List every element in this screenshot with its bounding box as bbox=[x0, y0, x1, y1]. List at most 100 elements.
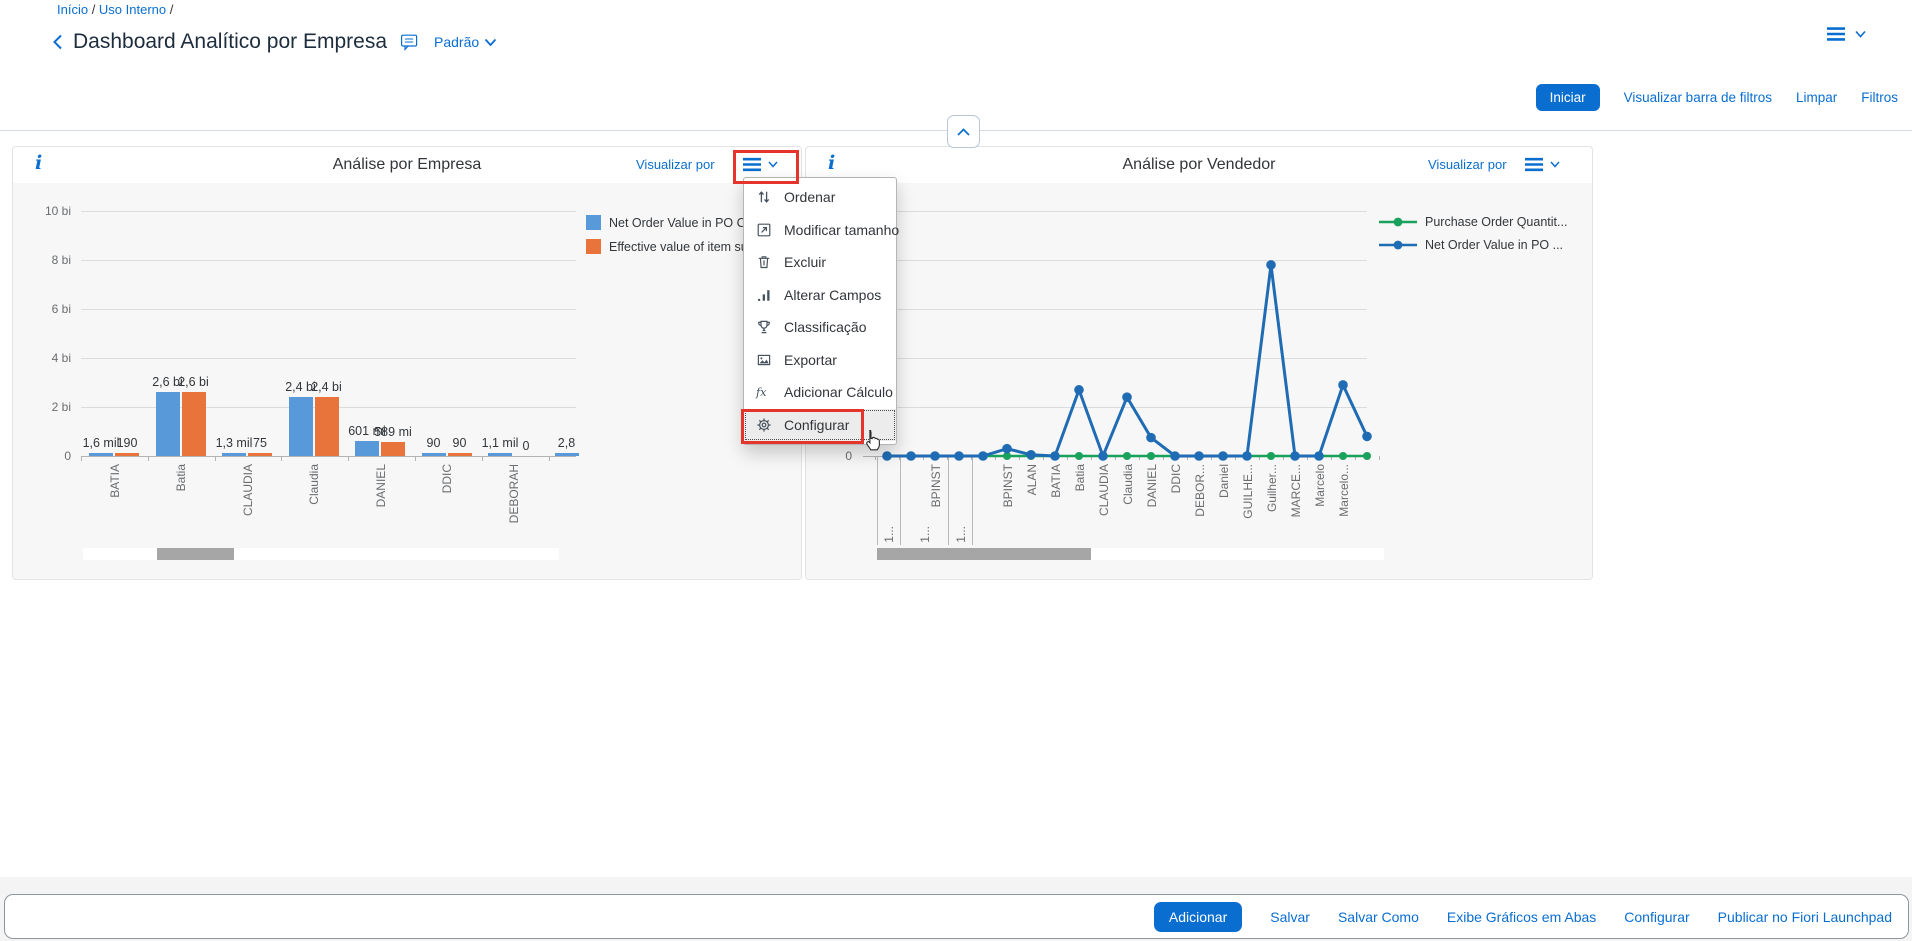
bar-chart-icon bbox=[755, 286, 772, 303]
menu-item-adicionar-c-lculo[interactable]: fxAdicionar Cálculo bbox=[744, 376, 896, 409]
footer-link-0[interactable]: Salvar bbox=[1270, 909, 1310, 925]
empresa-plot: 10 bi8 bi6 bi4 bi2 bi01,6 mil190BATIA2,6… bbox=[13, 183, 801, 579]
gridline bbox=[81, 211, 576, 212]
bar-value-label: 75 bbox=[253, 436, 267, 450]
footer-link-4[interactable]: Publicar no Fiori Launchpad bbox=[1718, 909, 1892, 925]
empresa-chart-menu-button[interactable] bbox=[742, 157, 778, 172]
menu-item-classifica-o[interactable]: Classificação bbox=[744, 311, 896, 344]
vendedor-chart-menu-button[interactable] bbox=[1524, 157, 1560, 172]
menu-item-modificar-tamanho[interactable]: Modificar tamanho bbox=[744, 214, 896, 247]
title-row: Dashboard Analítico por Empresa Padrão bbox=[52, 30, 497, 54]
legend-item: Purchase Order Quantit... bbox=[1379, 215, 1567, 229]
menu-item-configurar[interactable]: Configurar bbox=[744, 409, 896, 442]
footer-link-3[interactable]: Configurar bbox=[1624, 909, 1689, 925]
bar-value-label: 2,4 bi bbox=[311, 380, 342, 394]
chevron-down-icon bbox=[1855, 30, 1866, 38]
chart-context-menu: OrdenarModificar tamanhoExcluir Alterar C… bbox=[743, 177, 897, 445]
bar-blue bbox=[488, 453, 512, 456]
bar-value-label: 2,8 bbox=[558, 436, 575, 450]
legend-label: Purchase Order Quantit... bbox=[1425, 215, 1567, 229]
info-icon[interactable]: i bbox=[828, 152, 835, 174]
legend-line-marker bbox=[1379, 238, 1417, 252]
gridline bbox=[81, 456, 576, 457]
bar-blue bbox=[422, 453, 446, 456]
hamburger-icon bbox=[742, 157, 762, 172]
empresa-chart-scrollbar[interactable] bbox=[83, 548, 559, 560]
filter-bar-link-0[interactable]: Visualizar barra de filtros bbox=[1624, 90, 1772, 105]
delete-icon bbox=[755, 254, 772, 271]
legend-label: Net Order Value in PO ... bbox=[1425, 238, 1563, 252]
feedback-icon[interactable] bbox=[400, 33, 419, 52]
legend-item: Net Order Value in PO Cu bbox=[586, 215, 753, 230]
legend-item: Effective value of item su bbox=[586, 239, 753, 254]
adicionar-button[interactable]: Adicionar bbox=[1154, 902, 1242, 932]
x-axis-category-label: Batia bbox=[174, 464, 188, 548]
bar-orange bbox=[315, 397, 339, 456]
legend-swatch bbox=[586, 215, 601, 230]
footer-link-1[interactable]: Salvar Como bbox=[1338, 909, 1419, 925]
bar-blue bbox=[156, 392, 180, 456]
menu-item-excluir[interactable]: Excluir bbox=[744, 246, 896, 279]
x-axis-tick bbox=[148, 456, 149, 461]
filter-bar-link-1[interactable]: Limpar bbox=[1796, 90, 1837, 105]
bar-value-label: 589 mi bbox=[374, 425, 412, 439]
chevron-down-icon bbox=[768, 161, 778, 168]
vendedor-chart-panel: Análise por Vendedor i Visualizar por 1.… bbox=[805, 146, 1593, 580]
breadcrumb-link-uso-interno[interactable]: Uso Interno bbox=[99, 2, 166, 17]
bar-orange bbox=[182, 392, 206, 456]
x-axis-tick bbox=[348, 456, 349, 461]
bar-value-label: 190 bbox=[117, 436, 138, 450]
trophy-icon bbox=[755, 319, 772, 336]
menu-item-ordenar[interactable]: Ordenar bbox=[744, 181, 896, 214]
iniciar-button[interactable]: Iniciar bbox=[1536, 84, 1600, 111]
gear-icon bbox=[755, 416, 772, 433]
info-icon[interactable]: i bbox=[35, 152, 42, 174]
vendedor-plot: 1...1...1...0BPINSTBPINSTALANBATIABatiaC… bbox=[806, 183, 1592, 579]
footer-toolbar: Adicionar Salvar Salvar Como Exibe Gráfico… bbox=[4, 894, 1909, 939]
x-axis-category-label: BATIA bbox=[108, 464, 122, 548]
empresa-chart-panel: Análise por Empresa i Visualizar por 10 … bbox=[12, 146, 802, 580]
y-axis-tick-label: 8 bi bbox=[13, 253, 71, 267]
menu-item-alterar-campos[interactable]: Alterar Campos bbox=[744, 279, 896, 312]
vendedor-chart-scrollbar-thumb[interactable] bbox=[877, 548, 1091, 560]
variant-selector[interactable]: Padrão bbox=[434, 34, 497, 50]
vendedor-panel-header: Análise por Vendedor i Visualizar por bbox=[806, 147, 1592, 184]
legend-line-marker bbox=[1379, 215, 1417, 229]
menu-item-label: Configurar bbox=[784, 417, 849, 433]
y-axis-tick-label: 10 bi bbox=[13, 204, 71, 218]
collapse-filter-bar-button[interactable] bbox=[947, 115, 980, 148]
x-axis-tick bbox=[549, 456, 550, 461]
bar-orange bbox=[448, 453, 472, 456]
back-chevron-left-icon[interactable] bbox=[52, 33, 64, 51]
vendedor-visualizar-por-link[interactable]: Visualizar por bbox=[1428, 157, 1507, 172]
empresa-chart-scrollbar-thumb[interactable] bbox=[157, 548, 234, 560]
bar-blue bbox=[555, 453, 579, 456]
filter-bar: Iniciar Visualizar barra de filtros Limpa… bbox=[1536, 84, 1898, 111]
breadcrumb-link-inicio[interactable]: Início bbox=[57, 2, 88, 17]
bar-blue bbox=[289, 397, 313, 456]
bar-blue bbox=[355, 441, 379, 456]
x-axis-category-label: DDIC bbox=[440, 464, 454, 548]
y-axis-tick-label: 2 bi bbox=[13, 400, 71, 414]
x-axis-tick bbox=[281, 456, 282, 461]
filter-bar-link-2[interactable]: Filtros bbox=[1861, 90, 1898, 105]
x-axis-tick bbox=[415, 456, 416, 461]
menu-item-label: Classificação bbox=[784, 319, 866, 335]
empresa-visualizar-por-link[interactable]: Visualizar por bbox=[636, 157, 715, 172]
y-axis-tick-label: 0 bbox=[13, 449, 71, 463]
footer-link-2[interactable]: Exibe Gráficos em Abas bbox=[1447, 909, 1596, 925]
x-axis-tick bbox=[215, 456, 216, 461]
hamburger-icon bbox=[1524, 157, 1544, 172]
bar-value-label: 90 bbox=[453, 436, 467, 450]
menu-item-exportar[interactable]: Exportar bbox=[744, 344, 896, 377]
page-title: Dashboard Analítico por Empresa bbox=[73, 30, 387, 54]
hamburger-icon bbox=[1826, 26, 1846, 42]
gridline bbox=[81, 309, 576, 310]
chart-legend: Net Order Value in PO Cu Effective value … bbox=[586, 215, 753, 254]
bar-value-label: 1,3 mil bbox=[216, 436, 253, 450]
top-right-menu-button[interactable] bbox=[1826, 26, 1866, 42]
breadcrumb-separator: / bbox=[88, 2, 99, 17]
menu-item-label: Alterar Campos bbox=[784, 287, 881, 303]
bar-value-label: 0 bbox=[523, 439, 530, 453]
variant-label: Padrão bbox=[434, 34, 479, 50]
